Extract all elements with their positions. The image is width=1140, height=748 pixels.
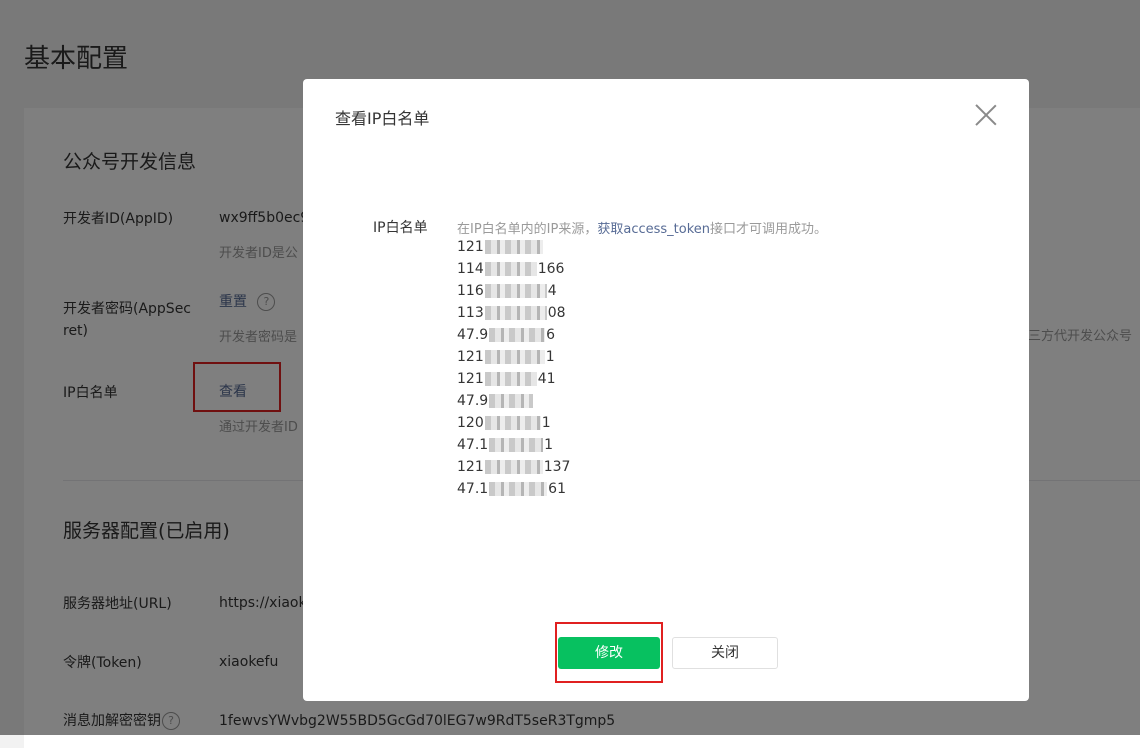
dialog-hint: 在IP白名单内的IP来源，获取access_token接口才可调用成功。 xyxy=(457,218,827,237)
ip-list-item: 116 4 xyxy=(457,280,570,302)
ip-redacted-mask xyxy=(484,416,541,430)
ip-suffix: 08 xyxy=(547,305,566,321)
ip-list-item: 120 1 xyxy=(457,412,570,434)
ip-list: 121 114 166 116 4 113 08 47.9 6 121 1 121 41 47.9 120 1… xyxy=(457,236,570,500)
ip-redacted-mask xyxy=(484,460,543,474)
ip-list-item: 121 41 xyxy=(457,368,570,390)
ip-prefix: 121 xyxy=(457,239,484,255)
ip-suffix: 137 xyxy=(543,459,571,475)
ip-suffix: 1 xyxy=(545,349,555,365)
ip-redacted-mask xyxy=(489,394,534,408)
ip-whitelist-dialog: 查看IP白名单 IP白名单 在IP白名单内的IP来源，获取access_toke… xyxy=(303,79,1029,701)
ip-redacted-mask xyxy=(489,438,544,452)
ip-suffix: 6 xyxy=(546,327,556,343)
ip-redacted-mask xyxy=(484,262,537,276)
ip-list-item: 47.1 1 xyxy=(457,434,570,456)
ip-redacted-mask xyxy=(484,306,547,320)
ip-prefix: 116 xyxy=(457,283,484,299)
ip-suffix: 166 xyxy=(537,261,565,277)
hint-prefix: 在IP白名单内的IP来源， xyxy=(457,222,598,237)
ip-prefix: 47.1 xyxy=(457,437,489,453)
ip-list-item: 114 166 xyxy=(457,258,570,280)
ip-prefix: 47.9 xyxy=(457,393,489,409)
ip-redacted-mask xyxy=(489,482,548,496)
ip-prefix: 47.1 xyxy=(457,481,489,497)
ip-list-item: 47.1 61 xyxy=(457,478,570,500)
ip-list-item: 47.9 6 xyxy=(457,324,570,346)
ip-suffix: 1 xyxy=(544,437,554,453)
ip-redacted-mask xyxy=(484,372,537,386)
ip-prefix: 114 xyxy=(457,261,484,277)
dialog-title: 查看IP白名单 xyxy=(335,109,430,128)
ip-redacted-mask xyxy=(489,328,546,342)
ip-redacted-mask xyxy=(484,284,547,298)
ip-prefix: 113 xyxy=(457,305,484,321)
close-button[interactable]: 关闭 xyxy=(672,637,778,669)
ip-suffix: 1 xyxy=(541,415,551,431)
highlight-box-modify xyxy=(555,622,663,683)
ip-list-item: 113 08 xyxy=(457,302,570,324)
ip-suffix: 4 xyxy=(547,283,557,299)
close-icon[interactable] xyxy=(975,104,997,126)
ip-list-item: 47.9 xyxy=(457,390,570,412)
ip-list-item: 121 1 xyxy=(457,346,570,368)
hint-suffix: 接口才可调用成功。 xyxy=(710,222,828,237)
ip-prefix: 47.9 xyxy=(457,327,489,343)
ip-suffix: 41 xyxy=(537,371,556,387)
ip-prefix: 121 xyxy=(457,371,484,387)
ip-prefix: 120 xyxy=(457,415,484,431)
ip-list-item: 121 xyxy=(457,236,570,258)
ip-redacted-mask xyxy=(484,240,543,254)
ip-suffix: 61 xyxy=(548,481,566,497)
ip-list-item: 121 137 xyxy=(457,456,570,478)
ip-prefix: 121 xyxy=(457,459,484,475)
access-token-link[interactable]: 获取access_token xyxy=(597,222,710,237)
dialog-ip-label: IP白名单 xyxy=(373,220,428,236)
ip-prefix: 121 xyxy=(457,349,484,365)
ip-redacted-mask xyxy=(484,350,545,364)
